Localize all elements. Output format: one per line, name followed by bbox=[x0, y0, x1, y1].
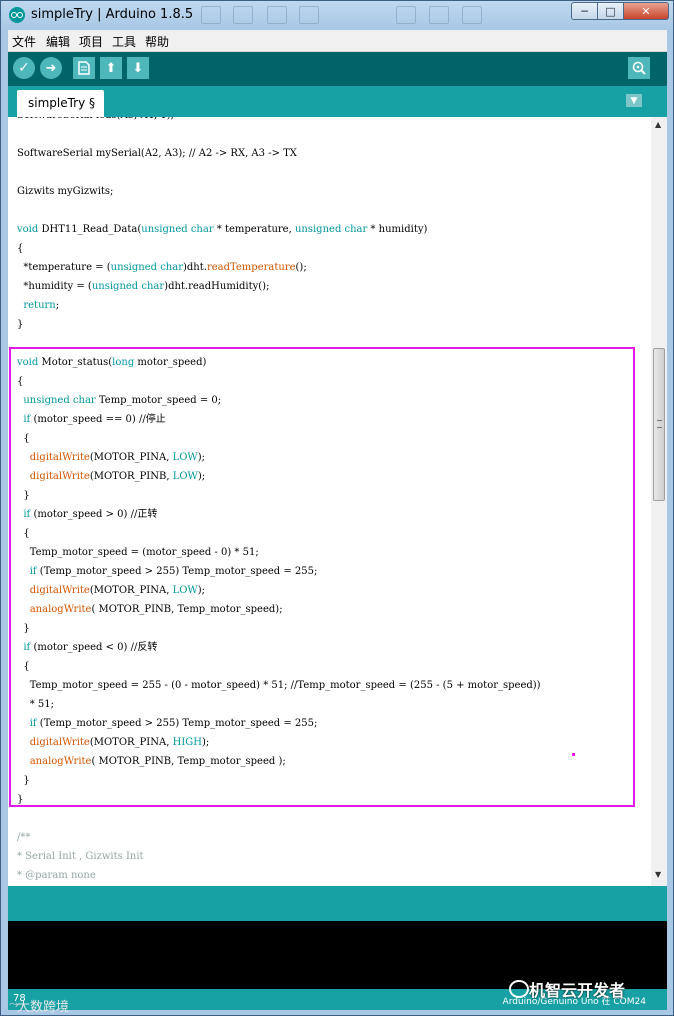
code-token: unsigned char bbox=[91, 281, 165, 292]
title-bar[interactable]: simpleTry | Arduino 1.8.5 ─ □ ✕ bbox=[1, 1, 673, 29]
highlight-marker-dot bbox=[572, 753, 575, 756]
arduino-app-icon bbox=[9, 7, 25, 23]
code-token: } bbox=[17, 319, 24, 330]
code-token: mySerial(A2, A3); // A2 -> RX, A3 -> TX bbox=[92, 148, 297, 159]
code-token: (); bbox=[295, 262, 307, 273]
code-token: unsigned char bbox=[294, 224, 368, 235]
code-token: )dht. bbox=[182, 262, 207, 273]
arrow-down-icon: ⬇ bbox=[132, 60, 144, 76]
code-line: } bbox=[17, 316, 23, 333]
code-line: return; bbox=[17, 297, 59, 314]
menu-help[interactable]: 帮助 bbox=[145, 33, 169, 50]
code-editor[interactable]: SoftwareSerial leds(A3, A4, 1); SoftwareS… bbox=[8, 117, 667, 886]
check-icon: ✓ bbox=[18, 60, 30, 76]
menu-tools[interactable]: 工具 bbox=[112, 33, 136, 50]
code-token: *temperature = ( bbox=[17, 262, 111, 273]
menu-edit[interactable]: 编辑 bbox=[46, 33, 70, 50]
code-token: return bbox=[23, 300, 56, 311]
titlebar-ghost-icon bbox=[299, 6, 319, 24]
code-line: *humidity = (unsigned char)dht.readHumid… bbox=[17, 278, 269, 295]
watermark-brand: 机智云开发者 bbox=[529, 981, 626, 1000]
code-token: *humidity = ( bbox=[17, 281, 92, 292]
code-token: * Serial Init , Gizwits Init bbox=[17, 851, 144, 862]
titlebar-ghost-icon bbox=[429, 6, 449, 24]
tab-label: simpleTry § bbox=[28, 96, 96, 110]
titlebar-ghost-icon bbox=[396, 6, 416, 24]
code-token: * humidity) bbox=[367, 224, 428, 235]
titlebar-ghost-icon bbox=[462, 6, 482, 24]
open-button[interactable]: ⬆ bbox=[100, 57, 122, 79]
code-token: /** bbox=[17, 832, 31, 843]
wechat-icon bbox=[509, 980, 529, 998]
code-token: void bbox=[17, 224, 39, 235]
scroll-down-icon[interactable]: ▼ bbox=[655, 870, 661, 879]
window-title: simpleTry | Arduino 1.8.5 bbox=[31, 7, 194, 22]
new-button[interactable] bbox=[73, 57, 95, 79]
code-token: SoftwareSerial leds(A3, A4, 1); bbox=[17, 117, 174, 121]
code-token: Gizwits myGizwits; bbox=[17, 186, 114, 197]
code-token: SoftwareSerial bbox=[17, 148, 93, 159]
maximize-button[interactable]: □ bbox=[598, 2, 624, 20]
tab-bar: simpleTry § ▼ bbox=[8, 86, 667, 117]
close-button[interactable]: ✕ bbox=[624, 2, 669, 20]
upload-button[interactable]: ➜ bbox=[40, 57, 62, 79]
menu-bar: 文件 编辑 项目 工具 帮助 bbox=[8, 30, 667, 52]
code-token: )dht.readHumidity(); bbox=[164, 281, 270, 292]
new-file-icon bbox=[78, 61, 90, 75]
tab-menu-button[interactable]: ▼ bbox=[626, 94, 642, 107]
arrow-right-icon: ➜ bbox=[45, 60, 57, 76]
save-button[interactable]: ⬇ bbox=[127, 57, 149, 79]
code-line: SoftwareSerial leds(A3, A4, 1); bbox=[17, 117, 174, 124]
code-line: { bbox=[17, 240, 23, 257]
serial-monitor-button[interactable] bbox=[628, 57, 650, 79]
watermark-source: 大数跨境 bbox=[17, 1000, 70, 1015]
titlebar-ghost-icon bbox=[233, 6, 253, 24]
message-area bbox=[8, 886, 667, 921]
code-token: * temperature, bbox=[213, 224, 295, 235]
code-line: * Serial Init , Gizwits Init bbox=[17, 848, 144, 865]
code-token: unsigned char bbox=[110, 262, 183, 273]
menu-file[interactable]: 文件 bbox=[12, 33, 36, 50]
code-line: SoftwareSerial mySerial(A2, A3); // A2 -… bbox=[17, 145, 297, 162]
code-token: unsigned char bbox=[141, 224, 214, 235]
titlebar-ghost-icon bbox=[201, 6, 221, 24]
tab-simpletry[interactable]: simpleTry § bbox=[17, 90, 104, 117]
code-token: DHT11_Read_Data( bbox=[38, 224, 142, 235]
minimize-button[interactable]: ─ bbox=[571, 2, 598, 20]
code-line: /** bbox=[17, 829, 30, 846]
serial-monitor-icon bbox=[632, 61, 646, 75]
code-token: ; bbox=[55, 300, 60, 311]
menu-project[interactable]: 项目 bbox=[79, 33, 103, 50]
toolbar: ✓ ➜ ⬆ ⬇ bbox=[8, 52, 667, 86]
scrollbar-thumb[interactable] bbox=[653, 348, 665, 501]
verify-button[interactable]: ✓ bbox=[13, 57, 35, 79]
code-line: Gizwits myGizwits; bbox=[17, 183, 113, 200]
code-token: readTemperature bbox=[206, 262, 296, 273]
code-line: *temperature = (unsigned char)dht.readTe… bbox=[17, 259, 307, 276]
code-line: void DHT11_Read_Data(unsigned char * tem… bbox=[17, 221, 427, 238]
code-token: { bbox=[17, 243, 24, 254]
scroll-up-icon[interactable]: ▲ bbox=[655, 120, 661, 129]
arduino-window: simpleTry | Arduino 1.8.5 ─ □ ✕ 文件 编辑 项目… bbox=[0, 0, 674, 1016]
triangle-down-icon: ▼ bbox=[630, 95, 638, 106]
highlight-box bbox=[9, 347, 635, 807]
titlebar-ghost-icon bbox=[267, 6, 287, 24]
arrow-up-icon: ⬆ bbox=[105, 60, 117, 76]
code-line: * @param none bbox=[17, 867, 96, 884]
vertical-scrollbar[interactable]: ▲ ▼ bbox=[651, 117, 667, 886]
code-token: * @param none bbox=[17, 870, 96, 881]
